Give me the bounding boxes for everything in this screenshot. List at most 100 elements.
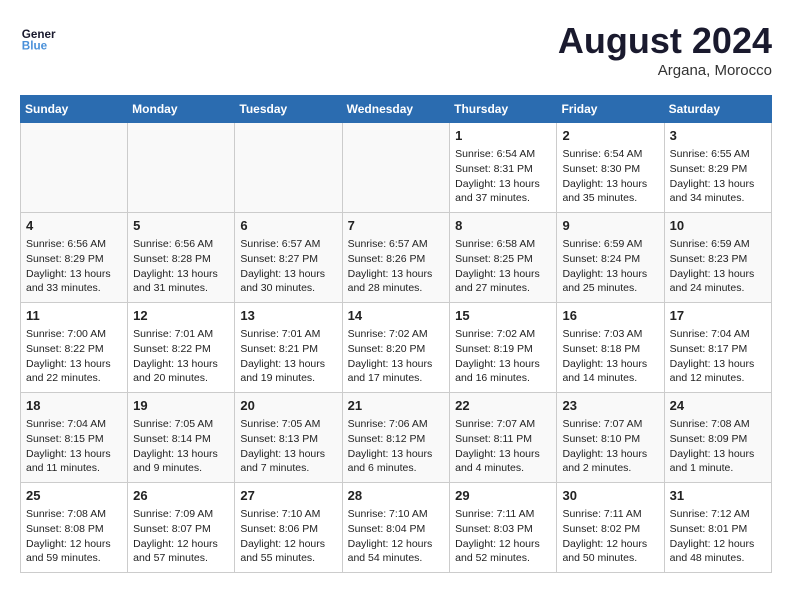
day-info: Sunrise: 7:08 AM <box>26 507 122 522</box>
day-info: Daylight: 12 hours and 48 minutes. <box>670 537 766 566</box>
day-info: Sunrise: 6:56 AM <box>133 237 229 252</box>
header-row: SundayMondayTuesdayWednesdayThursdayFrid… <box>21 96 772 123</box>
day-info: Sunrise: 7:08 AM <box>670 417 766 432</box>
day-cell-21: 21Sunrise: 7:06 AMSunset: 8:12 PMDayligh… <box>342 393 450 483</box>
day-number: 16 <box>562 307 658 325</box>
day-info: Sunrise: 6:57 AM <box>348 237 445 252</box>
day-info: Sunset: 8:22 PM <box>26 342 122 357</box>
day-info: Sunset: 8:23 PM <box>670 252 766 267</box>
day-number: 20 <box>240 397 336 415</box>
day-cell-19: 19Sunrise: 7:05 AMSunset: 8:14 PMDayligh… <box>128 393 235 483</box>
day-cell-8: 8Sunrise: 6:58 AMSunset: 8:25 PMDaylight… <box>450 213 557 303</box>
day-number: 31 <box>670 487 766 505</box>
day-info: Sunset: 8:17 PM <box>670 342 766 357</box>
day-cell-1: 1Sunrise: 6:54 AMSunset: 8:31 PMDaylight… <box>450 123 557 213</box>
day-info: Sunset: 8:29 PM <box>670 162 766 177</box>
day-number: 25 <box>26 487 122 505</box>
day-cell-26: 26Sunrise: 7:09 AMSunset: 8:07 PMDayligh… <box>128 483 235 573</box>
day-info: Sunrise: 6:54 AM <box>455 147 551 162</box>
day-info: Sunrise: 7:00 AM <box>26 327 122 342</box>
day-info: Sunset: 8:25 PM <box>455 252 551 267</box>
day-cell-5: 5Sunrise: 6:56 AMSunset: 8:28 PMDaylight… <box>128 213 235 303</box>
day-cell-4: 4Sunrise: 6:56 AMSunset: 8:29 PMDaylight… <box>21 213 128 303</box>
header-day-tuesday: Tuesday <box>235 96 342 123</box>
day-info: Daylight: 13 hours and 12 minutes. <box>670 357 766 386</box>
day-cell-13: 13Sunrise: 7:01 AMSunset: 8:21 PMDayligh… <box>235 303 342 393</box>
day-cell-27: 27Sunrise: 7:10 AMSunset: 8:06 PMDayligh… <box>235 483 342 573</box>
day-info: Daylight: 12 hours and 54 minutes. <box>348 537 445 566</box>
day-number: 10 <box>670 217 766 235</box>
week-row-5: 25Sunrise: 7:08 AMSunset: 8:08 PMDayligh… <box>21 483 772 573</box>
day-info: Daylight: 13 hours and 16 minutes. <box>455 357 551 386</box>
day-info: Daylight: 13 hours and 9 minutes. <box>133 447 229 476</box>
day-cell-18: 18 Sunrise: 7:04 AMSunset: 8:15 PMDayligh… <box>21 393 128 483</box>
day-info: Daylight: 13 hours and 25 minutes. <box>562 267 658 296</box>
day-info: Sunrise: 7:02 AM <box>455 327 551 342</box>
day-info: Sunset: 8:08 PM <box>26 522 122 537</box>
empty-cell <box>128 123 235 213</box>
day-number: 5 <box>133 217 229 235</box>
day-info: Sunrise: 7:06 AM <box>348 417 445 432</box>
day-info: Daylight: 13 hours and 20 minutes. <box>133 357 229 386</box>
day-info: Daylight: 13 hours and 19 minutes. <box>240 357 336 386</box>
header-day-friday: Friday <box>557 96 664 123</box>
day-cell-6: 6Sunrise: 6:57 AMSunset: 8:27 PMDaylight… <box>235 213 342 303</box>
day-info: Sunset: 8:07 PM <box>133 522 229 537</box>
day-info: Sunset: 8:24 PM <box>562 252 658 267</box>
day-info: Sunset: 8:18 PM <box>562 342 658 357</box>
day-info: Daylight: 13 hours and 7 minutes. <box>240 447 336 476</box>
day-info: Sunrise: 7:10 AM <box>348 507 445 522</box>
day-info: Sunset: 8:26 PM <box>348 252 445 267</box>
day-cell-7: 7Sunrise: 6:57 AMSunset: 8:26 PMDaylight… <box>342 213 450 303</box>
title-block: August 2024 Argana, Morocco <box>558 20 772 79</box>
day-info: Daylight: 13 hours and 28 minutes. <box>348 267 445 296</box>
day-info: Sunrise: 7:03 AM <box>562 327 658 342</box>
day-info: Sunset: 8:14 PM <box>133 432 229 447</box>
day-cell-11: 11Sunrise: 7:00 AMSunset: 8:22 PMDayligh… <box>21 303 128 393</box>
day-cell-23: 23Sunrise: 7:07 AMSunset: 8:10 PMDayligh… <box>557 393 664 483</box>
calendar-table: SundayMondayTuesdayWednesdayThursdayFrid… <box>20 95 772 573</box>
day-cell-9: 9Sunrise: 6:59 AMSunset: 8:24 PMDaylight… <box>557 213 664 303</box>
day-cell-24: 24Sunrise: 7:08 AMSunset: 8:09 PMDayligh… <box>664 393 771 483</box>
day-info: Sunset: 8:13 PM <box>240 432 336 447</box>
day-info: Sunset: 8:12 PM <box>348 432 445 447</box>
day-info: Sunset: 8:28 PM <box>133 252 229 267</box>
day-number: 3 <box>670 127 766 145</box>
day-info: Daylight: 13 hours and 27 minutes. <box>455 267 551 296</box>
day-number: 6 <box>240 217 336 235</box>
day-info: Sunset: 8:31 PM <box>455 162 551 177</box>
week-row-3: 11Sunrise: 7:00 AMSunset: 8:22 PMDayligh… <box>21 303 772 393</box>
day-info: Sunrise: 6:57 AM <box>240 237 336 252</box>
day-number: 18 <box>26 397 122 415</box>
day-info: Sunrise: 6:58 AM <box>455 237 551 252</box>
day-number: 14 <box>348 307 445 325</box>
header-day-monday: Monday <box>128 96 235 123</box>
day-info: Sunset: 8:20 PM <box>348 342 445 357</box>
day-info: Daylight: 13 hours and 11 minutes. <box>26 447 122 476</box>
day-info: Daylight: 13 hours and 35 minutes. <box>562 177 658 206</box>
day-info: Daylight: 12 hours and 52 minutes. <box>455 537 551 566</box>
empty-cell <box>235 123 342 213</box>
day-info: Sunset: 8:15 PM <box>26 432 122 447</box>
day-number: 13 <box>240 307 336 325</box>
day-number: 24 <box>670 397 766 415</box>
day-cell-10: 10Sunrise: 6:59 AMSunset: 8:23 PMDayligh… <box>664 213 771 303</box>
day-info: Sunset: 8:21 PM <box>240 342 336 357</box>
day-info: Sunrise: 7:04 AM <box>26 417 122 432</box>
header-day-thursday: Thursday <box>450 96 557 123</box>
day-info: Sunset: 8:09 PM <box>670 432 766 447</box>
day-info: Sunrise: 7:05 AM <box>133 417 229 432</box>
day-info: Sunrise: 6:59 AM <box>670 237 766 252</box>
day-info: Sunset: 8:22 PM <box>133 342 229 357</box>
day-info: Daylight: 12 hours and 59 minutes. <box>26 537 122 566</box>
day-info: Sunrise: 7:07 AM <box>455 417 551 432</box>
day-info: Sunrise: 7:07 AM <box>562 417 658 432</box>
header-day-wednesday: Wednesday <box>342 96 450 123</box>
day-info: Daylight: 13 hours and 6 minutes. <box>348 447 445 476</box>
day-cell-15: 15Sunrise: 7:02 AMSunset: 8:19 PMDayligh… <box>450 303 557 393</box>
day-cell-16: 16Sunrise: 7:03 AMSunset: 8:18 PMDayligh… <box>557 303 664 393</box>
page-header: General Blue August 2024 Argana, Morocco <box>20 20 772 79</box>
day-cell-20: 20Sunrise: 7:05 AMSunset: 8:13 PMDayligh… <box>235 393 342 483</box>
day-number: 12 <box>133 307 229 325</box>
day-cell-28: 28Sunrise: 7:10 AMSunset: 8:04 PMDayligh… <box>342 483 450 573</box>
